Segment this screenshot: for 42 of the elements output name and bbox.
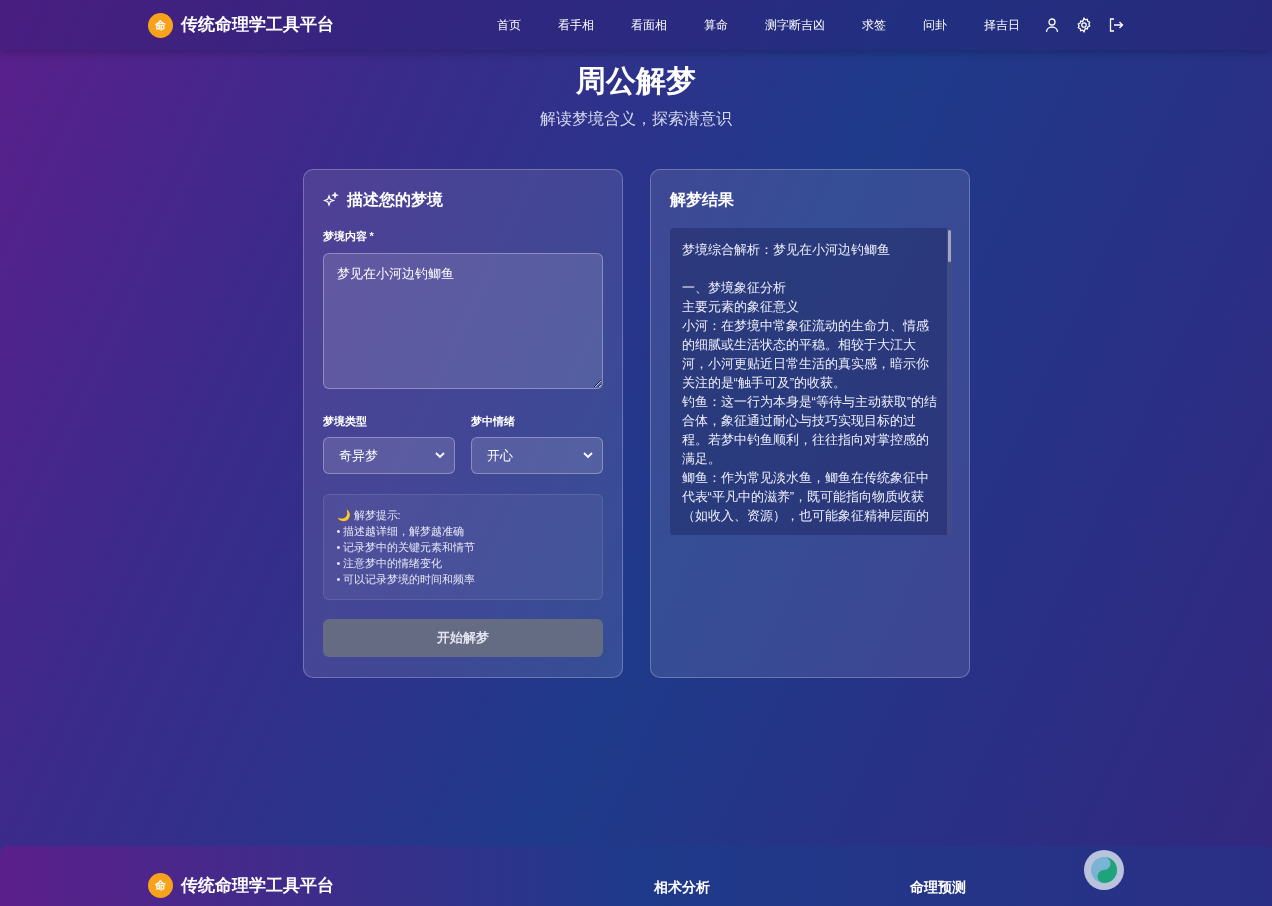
tip-text: • 记录梦中的关键元素和情节 <box>336 540 477 555</box>
dropdown[interactable]: 开心 <box>470 437 603 474</box>
nav-link[interactable]: 问卦 <box>923 16 947 34</box>
logo-icon: 命 <box>148 872 173 898</box>
nav-link[interactable]: 看手相 <box>558 16 594 34</box>
chevron-down-icon <box>434 451 445 459</box>
settings-icon[interactable] <box>1076 17 1092 33</box>
card-title: 描述您的梦境 <box>346 190 443 210</box>
card-title: 解梦结果 <box>669 190 735 210</box>
result-text: 钓鱼：这一行为本身是“等待与主动获取”的结合体，象征通过耐心与技巧实现目标的过程。若梦中钓鱼顺利，往往指向对掌控感的满足。 <box>681 393 939 468</box>
nav-link[interactable]: 首页 <box>497 16 521 34</box>
field-label: 梦境类型 <box>322 413 368 429</box>
nav-link[interactable]: 看面相 <box>631 16 667 34</box>
chevron-down-icon <box>582 451 593 459</box>
footer-heading: 相术分析 <box>654 878 710 897</box>
result-text: 鲫鱼：作为常见淡水鱼，鲫鱼在传统象征中代表“平凡中的滋养”，既可能指向物质收获（如收入、资源），也可能象征精神层面的 <box>681 469 930 525</box>
footer-heading: 命理预测 <box>910 878 966 897</box>
tip-text: • 描述越详细，解梦越准确 <box>336 524 466 539</box>
field-label: 梦中情绪 <box>470 413 516 429</box>
page-title: 周公解梦 <box>575 63 697 99</box>
scrollbar[interactable] <box>946 228 952 535</box>
page-subtitle: 解读梦境含义，探索潜意识 <box>539 109 733 129</box>
nav-link[interactable]: 择吉日 <box>984 16 1020 34</box>
tip-text: • 注意梦中的情绪变化 <box>336 556 444 571</box>
tip-text: 🌙 解梦提示: <box>336 508 402 523</box>
nav-link[interactable]: 求签 <box>862 16 886 34</box>
brand-name: 传统命理学工具平台 <box>181 874 334 897</box>
nav-link[interactable]: 算命 <box>704 16 728 34</box>
nav-link[interactable]: 测字断吉凶 <box>765 16 825 34</box>
user-icon[interactable] <box>1044 17 1060 33</box>
tip-text: • 可以记录梦境的时间和频率 <box>336 572 477 587</box>
logo-icon: 命 <box>148 12 173 38</box>
dropdown[interactable]: 奇异梦 <box>322 437 455 474</box>
emblem-icon <box>1084 850 1124 890</box>
result-text: 小河：在梦境中常象征流动的生命力、情感的细腻或生活状态的平稳。相较于大江大河，小河更贴近日常生活的真实感，暗示你关注的是“触手可及”的收获。 <box>681 317 930 392</box>
sparkle-icon <box>322 192 339 208</box>
result-heading: 梦境综合解析：梦见在小河边钓鲫鱼 <box>681 241 891 259</box>
result-text: 一、梦境象征分析 <box>681 279 787 297</box>
field-label: 梦境内容 * <box>322 229 375 244</box>
result-text: 主要元素的象征意义 <box>681 298 800 316</box>
logout-icon[interactable] <box>1108 17 1124 33</box>
brand-name[interactable]: 传统命理学工具平台 <box>181 12 334 38</box>
